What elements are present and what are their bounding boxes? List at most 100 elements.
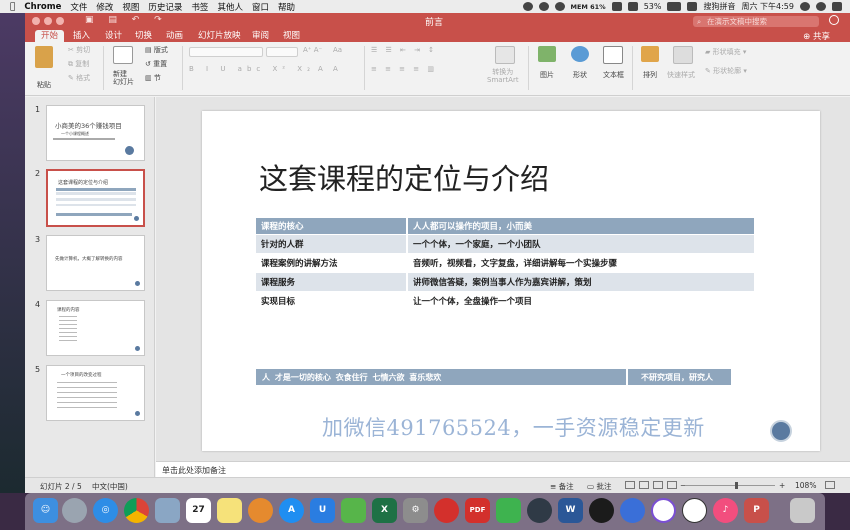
- menu-bookmarks[interactable]: 书签: [191, 1, 208, 13]
- current-slide[interactable]: 这套课程的定位与介绍 课程的核心 人人都可以操作的项目，小而美 针对的人群 一个…: [202, 111, 820, 451]
- menu-window[interactable]: 窗口: [252, 1, 269, 13]
- slide-thumbnail-2[interactable]: 这套课程的定位与介绍: [46, 169, 145, 227]
- app-store-icon[interactable]: A: [279, 498, 304, 523]
- fit-to-window-button[interactable]: [825, 481, 835, 489]
- language-indicator[interactable]: 中文(中国): [92, 481, 128, 492]
- normal-view-button[interactable]: [625, 481, 635, 489]
- close-window-button[interactable]: [32, 17, 40, 25]
- tab-home[interactable]: 开始: [35, 30, 65, 42]
- shape-label[interactable]: 形状: [573, 70, 587, 80]
- new-slide-label[interactable]: 新建 幻灯片: [113, 70, 134, 86]
- section-button[interactable]: ▥ 节: [145, 73, 161, 83]
- picture-icon[interactable]: [538, 46, 556, 62]
- utools-icon[interactable]: U: [310, 498, 335, 523]
- smartart-icon[interactable]: [495, 46, 515, 64]
- core-message-bar[interactable]: 人 才是一切的核心 衣食住行 七情六欲 喜乐悲欢 不研究项目，研究人: [256, 369, 731, 385]
- trash-icon[interactable]: [790, 498, 815, 523]
- convert-smartart-label[interactable]: 转换为 SmartArt: [487, 68, 519, 84]
- slide-sorter-button[interactable]: [639, 481, 649, 489]
- messenger-icon[interactable]: [554, 2, 565, 11]
- clock[interactable]: 周六 下午4:59: [741, 1, 794, 12]
- flag-icon[interactable]: [687, 2, 698, 11]
- preview-icon[interactable]: [155, 498, 180, 523]
- reset-button[interactable]: ↺ 重置: [145, 59, 167, 69]
- table-cell[interactable]: 课程案例的讲解方法: [256, 253, 408, 273]
- table-cell[interactable]: 针对的人群: [256, 234, 408, 254]
- table-cell[interactable]: 音频听，视频看，文字复盘，详细讲解每一个实操步骤: [407, 253, 754, 273]
- textbox-label[interactable]: 文本框: [603, 70, 624, 80]
- arrange-icon[interactable]: [641, 46, 659, 62]
- minimize-window-button[interactable]: [44, 17, 52, 25]
- clear-format-button[interactable]: Aa: [333, 46, 342, 54]
- share-button[interactable]: ⊕ 共享: [803, 30, 830, 42]
- font-color-buttons[interactable]: A A: [318, 65, 342, 73]
- course-info-table[interactable]: 课程的核心 人人都可以操作的项目，小而美 针对的人群 一个个体，一个家庭，一个小…: [256, 218, 754, 311]
- chrome-icon[interactable]: [124, 498, 149, 523]
- cut-button[interactable]: ✂ 剪切: [68, 45, 90, 55]
- tab-design[interactable]: 设计: [99, 30, 128, 42]
- notification-center-icon[interactable]: [832, 2, 842, 11]
- align-buttons[interactable]: ≡ ≡ ≡ ≡ ▥: [371, 65, 437, 73]
- apple-menu-icon[interactable]: : [10, 2, 15, 12]
- battery-percent[interactable]: 53%: [644, 2, 662, 11]
- zoom-slider[interactable]: [685, 485, 775, 486]
- memory-indicator[interactable]: MEM 61%: [571, 3, 606, 11]
- feedback-smiley-icon[interactable]: [829, 15, 839, 25]
- table-row[interactable]: 课程案例的讲解方法 音频听，视频看，文字复盘，详细讲解每一个实操步骤: [256, 253, 754, 273]
- paste-icon[interactable]: [35, 46, 53, 68]
- menu-history[interactable]: 历史记录: [148, 1, 182, 13]
- menu-file[interactable]: 文件: [70, 1, 87, 13]
- sync-icon[interactable]: [538, 2, 549, 11]
- slide-title[interactable]: 这套课程的定位与介绍: [259, 156, 549, 198]
- bluetooth-icon[interactable]: [611, 2, 622, 11]
- tab-transitions[interactable]: 切换: [129, 30, 158, 42]
- books-icon[interactable]: [248, 498, 273, 523]
- notes-app-icon[interactable]: [217, 498, 242, 523]
- table-row[interactable]: 实现目标 让一个个体，全盘操作一个项目: [256, 291, 754, 311]
- tab-animations[interactable]: 动画: [160, 30, 189, 42]
- itunes-icon[interactable]: ♪: [713, 498, 738, 523]
- font-grow-shrink-buttons[interactable]: A⁺ A⁻: [303, 46, 322, 54]
- menu-edit[interactable]: 修改: [96, 1, 113, 13]
- quick-styles-label[interactable]: 快速样式: [667, 70, 695, 80]
- siri-icon[interactable]: [816, 2, 826, 11]
- layout-button[interactable]: ▤ 版式: [145, 45, 168, 55]
- baidu-netdisk-icon[interactable]: [620, 498, 645, 523]
- pdf-expert-icon[interactable]: PDF: [465, 498, 490, 523]
- word-icon[interactable]: W: [558, 498, 583, 523]
- evernote-icon[interactable]: [341, 498, 366, 523]
- zoom-window-button[interactable]: [56, 17, 64, 25]
- excel-icon[interactable]: X: [372, 498, 397, 523]
- tab-slideshow[interactable]: 幻灯片放映: [192, 30, 247, 42]
- table-row[interactable]: 课程服务 讲师微信答疑，案例当事人作为嘉宾讲解，策划: [256, 272, 754, 292]
- zoom-level[interactable]: 108%: [795, 481, 816, 490]
- reading-view-button[interactable]: [653, 481, 663, 489]
- dropbox-icon[interactable]: [522, 2, 533, 11]
- zoom-slider-knob[interactable]: [735, 482, 738, 489]
- wifi-icon[interactable]: [627, 2, 638, 11]
- new-slide-icon[interactable]: [113, 46, 133, 64]
- wechat-icon[interactable]: [496, 498, 521, 523]
- tab-review[interactable]: 审阅: [246, 30, 275, 42]
- launchpad-icon[interactable]: [62, 498, 87, 523]
- ime-label[interactable]: 搜狗拼音: [703, 1, 735, 12]
- table-cell[interactable]: 实现目标: [256, 291, 408, 311]
- slide-thumbnail-3[interactable]: 先做计算机，大概了解转换的内容: [46, 235, 145, 291]
- tab-insert[interactable]: 插入: [67, 30, 96, 42]
- table-cell[interactable]: 一个个体，一个家庭，一个小团队: [407, 234, 754, 254]
- search-field[interactable]: ⌕ 在演示文稿中搜索: [693, 16, 819, 27]
- safari-icon[interactable]: ◎: [93, 498, 118, 523]
- netease-music-icon[interactable]: [434, 498, 459, 523]
- quick-access-toolbar[interactable]: ▣ ▤ ↶ ↷: [85, 15, 168, 25]
- finder-icon[interactable]: ☺: [33, 498, 58, 523]
- zoom-in-button[interactable]: +: [779, 481, 785, 490]
- font-family-select[interactable]: [189, 47, 263, 57]
- slideshow-button[interactable]: [667, 481, 677, 489]
- slide-thumbnail-4[interactable]: 课程的内容: [46, 300, 145, 356]
- font-style-buttons[interactable]: B I U abc X² X₂: [189, 65, 315, 73]
- list-buttons[interactable]: ☰ ☰ ⇤ ⇥ ↕: [371, 46, 437, 54]
- powerpoint-icon[interactable]: P: [744, 498, 769, 523]
- table-cell[interactable]: 让一个个体，全盘操作一个项目: [407, 291, 754, 311]
- picture-label[interactable]: 图片: [540, 70, 554, 80]
- quicktime-icon[interactable]: [527, 498, 552, 523]
